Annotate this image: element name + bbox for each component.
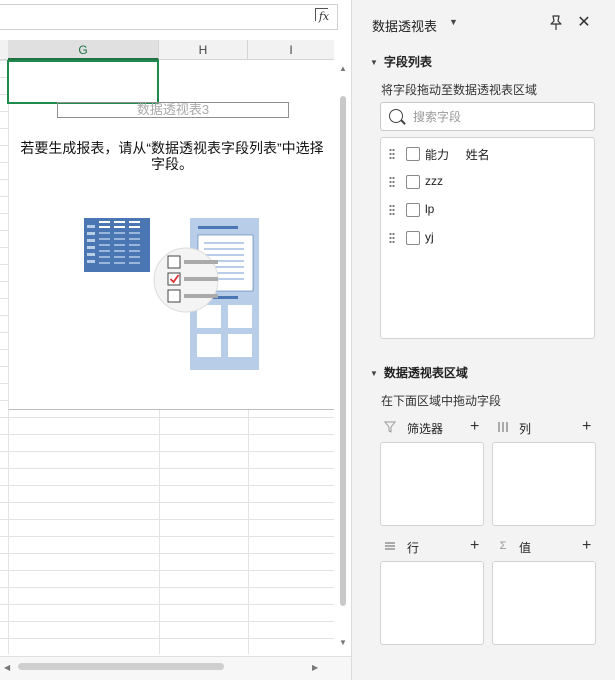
filter-icon — [384, 421, 396, 433]
formula-bar[interactable]: fx — [0, 4, 338, 30]
filter-drop-zone[interactable] — [380, 442, 484, 526]
horizontal-scrollbar[interactable]: ◀ ▶ — [0, 656, 351, 680]
field-list[interactable]: 能力 姓名 zzz lp yj — [380, 137, 595, 339]
sigma-icon: Σ — [499, 540, 507, 552]
collapse-triangle-icon: ▼ — [370, 58, 378, 67]
field-search-box[interactable] — [380, 102, 595, 131]
add-row-icon[interactable]: + — [470, 538, 479, 554]
vertical-scroll-thumb[interactable] — [340, 96, 346, 606]
field-item[interactable]: zzz — [381, 170, 594, 194]
pane-title[interactable]: 数据透视表 — [372, 16, 437, 35]
pivot-hint-text: 若要生成报表，请从“数据透视表字段列表”中选择字段。 — [20, 140, 324, 172]
field-list-subtitle: 将字段拖动至数据透视表区域 — [381, 83, 538, 97]
close-icon[interactable]: ✕ — [576, 14, 592, 32]
column-header-h[interactable]: H — [159, 40, 248, 60]
insert-function-icon[interactable]: fx — [315, 8, 333, 26]
field-list-title: 字段列表 — [383, 55, 432, 69]
scroll-down-icon[interactable]: ▼ — [339, 638, 347, 647]
drag-handle-icon[interactable] — [389, 176, 395, 188]
filter-area-label: 筛选器 — [407, 422, 444, 436]
field-search-input[interactable] — [413, 108, 588, 126]
scroll-up-icon[interactable]: ▲ — [339, 64, 347, 73]
drag-handle-icon[interactable] — [389, 232, 395, 244]
values-drop-zone[interactable] — [492, 561, 596, 645]
pin-icon[interactable] — [548, 14, 564, 32]
add-column-icon[interactable]: + — [582, 419, 591, 435]
column-header-row: G H I — [0, 40, 334, 60]
field-label: lp — [425, 202, 435, 216]
field-label: zzz — [425, 174, 443, 188]
areas-title: 数据透视表区域 — [383, 366, 468, 380]
field-label: 能力 姓名 — [425, 148, 490, 162]
field-list-section-toggle[interactable]: ▼ 字段列表 — [370, 53, 432, 70]
scroll-right-icon[interactable]: ▶ — [312, 663, 318, 672]
horizontal-scroll-thumb[interactable] — [18, 663, 224, 670]
drag-handle-icon[interactable] — [389, 204, 395, 216]
field-item[interactable]: lp — [381, 198, 594, 222]
vertical-scrollbar[interactable]: ▲ ▼ — [336, 60, 350, 654]
areas-subtitle: 在下面区域中拖动字段 — [381, 394, 502, 408]
add-filter-icon[interactable]: + — [470, 419, 479, 435]
values-area-label: 值 — [519, 541, 532, 555]
rows-drop-zone[interactable] — [380, 561, 484, 645]
collapse-triangle-icon: ▼ — [370, 369, 378, 378]
scroll-left-icon[interactable]: ◀ — [4, 663, 10, 672]
columns-area-label: 列 — [519, 422, 532, 436]
field-label: yj — [425, 230, 434, 244]
spreadsheet-area: fx G H I 数据透视表3 若要生成报表，请从“数据透视表字段列表”中选择字… — [0, 0, 352, 680]
field-item[interactable]: yj — [381, 226, 594, 250]
rows-area-label: 行 — [407, 541, 420, 555]
field-checkbox[interactable] — [406, 203, 420, 217]
columns-drop-zone[interactable] — [492, 442, 596, 526]
chevron-down-icon[interactable]: ▼ — [449, 17, 458, 27]
column-header-g[interactable]: G — [8, 40, 159, 60]
field-checkbox[interactable] — [406, 175, 420, 189]
areas-section-toggle[interactable]: ▼ 数据透视表区域 — [370, 364, 468, 381]
rows-icon — [385, 542, 395, 550]
field-item[interactable]: 能力 姓名 — [381, 142, 594, 166]
pivot-table-name: 数据透视表3 — [57, 102, 289, 118]
selected-cell[interactable] — [7, 60, 159, 104]
search-icon — [389, 109, 403, 123]
column-header-i[interactable]: I — [248, 40, 334, 60]
drag-handle-icon[interactable] — [389, 148, 395, 160]
field-checkbox[interactable] — [406, 147, 420, 161]
columns-icon — [498, 422, 508, 432]
pivot-illustration — [84, 218, 259, 370]
pivot-field-pane: 数据透视表 ▼ ✕ ▼ 字段列表 将字段拖动至数据透视表区域 能力 姓名 — [352, 0, 615, 680]
add-value-icon[interactable]: + — [582, 538, 591, 554]
field-checkbox[interactable] — [406, 231, 420, 245]
